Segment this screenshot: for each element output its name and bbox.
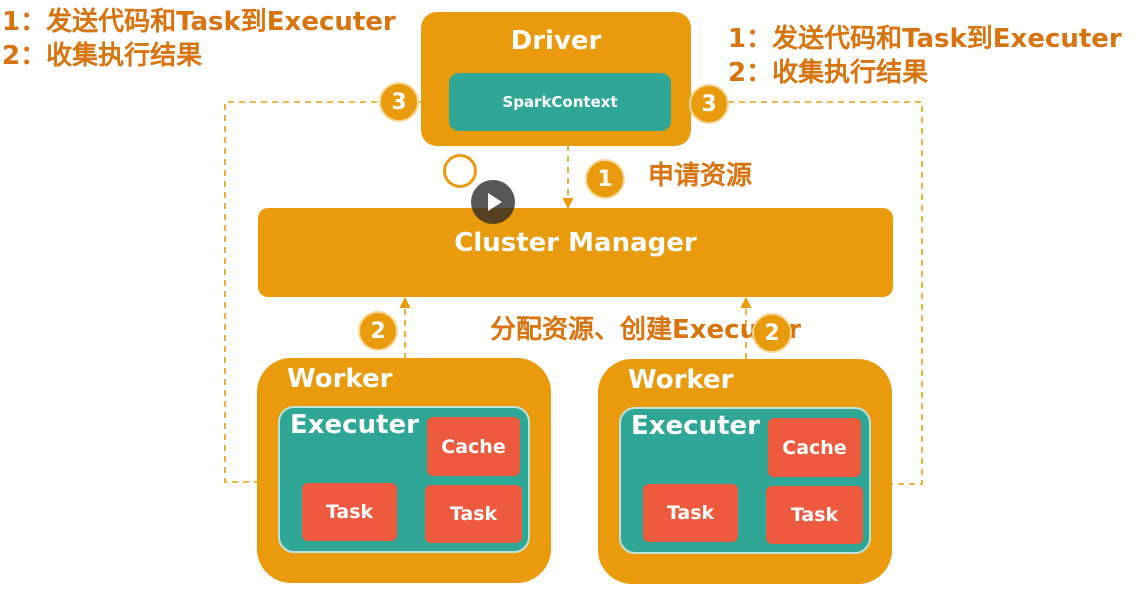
- step-badge-3: 3: [379, 82, 419, 122]
- cluster-manager-box: Cluster Manager: [258, 208, 893, 297]
- driver-title: Driver: [510, 26, 602, 56]
- step-badge-1: 1: [585, 159, 625, 199]
- apply-resources-label: 申请资源: [648, 161, 753, 191]
- cache-block: Cache: [768, 418, 861, 477]
- worker-title: Worker: [287, 364, 393, 394]
- cluster-manager-title: Cluster Manager: [454, 228, 697, 258]
- step-badge-2: 2: [358, 311, 398, 351]
- executer-box: Executer Cache Task Task: [278, 406, 530, 553]
- task-block: Task: [766, 486, 863, 544]
- worker-title: Worker: [628, 365, 734, 395]
- cursor-ring-icon: [443, 154, 477, 188]
- spark-context: SparkContext: [449, 73, 671, 131]
- executer-box: Executer Cache Task Task: [619, 407, 871, 554]
- step-badge-3: 3: [689, 84, 729, 124]
- worker-box-left: Worker Executer Cache Task Task: [257, 358, 551, 583]
- executer-title: Executer: [631, 411, 760, 441]
- step-badge-2: 2: [752, 313, 792, 353]
- task-block: Task: [643, 484, 738, 542]
- play-icon: [488, 193, 502, 211]
- worker-box-right: Worker Executer Cache Task Task: [598, 359, 892, 584]
- driver-box: Driver SparkContext: [421, 12, 691, 146]
- cache-block: Cache: [427, 417, 520, 476]
- task-block: Task: [425, 485, 522, 543]
- executer-title: Executer: [290, 410, 419, 440]
- play-button[interactable]: [471, 180, 515, 224]
- task-block: Task: [302, 483, 397, 541]
